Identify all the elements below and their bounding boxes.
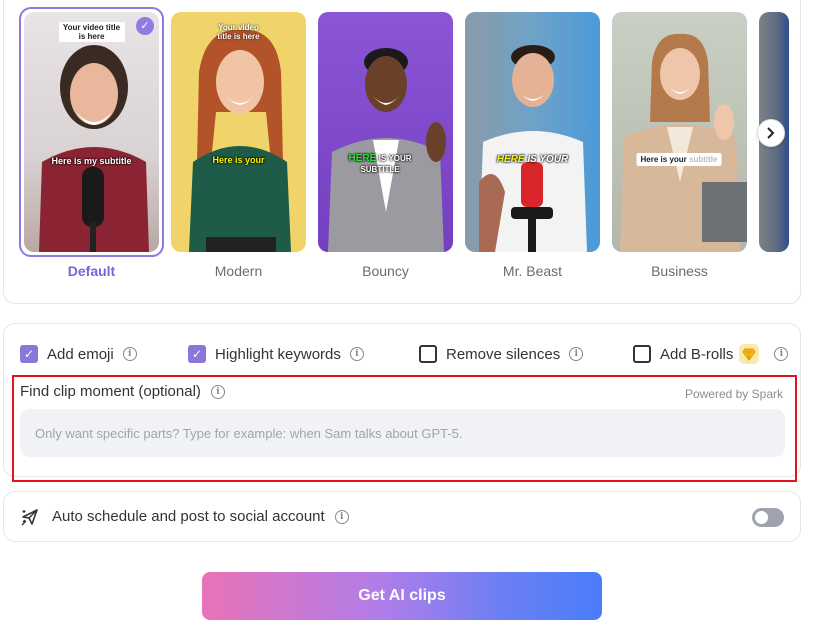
caption-keyword: HERE [496, 154, 525, 165]
find-clip-label: Find clip moment (optional) [20, 383, 201, 400]
template-name: Bouncy [362, 263, 409, 279]
presenter-image [189, 29, 291, 252]
template-name: Business [651, 263, 708, 279]
presenter-image [620, 33, 747, 252]
auto-schedule-row: Auto schedule and post to social account… [52, 508, 349, 525]
chevron-right-icon [767, 127, 775, 139]
caption-keyword: HERE [348, 153, 377, 164]
caption-word: Here is your [640, 155, 687, 164]
info-icon[interactable]: i [569, 347, 584, 361]
presenter-image [328, 48, 446, 252]
caption-box: Here is your subtitle [636, 153, 722, 166]
option-label: Highlight keywords [215, 345, 341, 363]
checkbox-checked[interactable]: ✓ [20, 345, 38, 363]
template-thumbnail: Here is your subtitle [612, 12, 747, 252]
option-add-brolls[interactable]: Add B-rolls i [633, 344, 789, 364]
option-label: Add emoji [47, 345, 114, 363]
option-label: Remove silences [446, 345, 561, 363]
template-thumb-frame: Your video title is here Here is my subt… [19, 7, 164, 257]
template-carousel: Your video title is here Here is my subt… [0, 0, 824, 290]
option-label: Add B-rolls [660, 345, 734, 363]
presenter-image [39, 45, 149, 252]
auto-schedule-label: Auto schedule and post to social account [52, 508, 325, 525]
caption-word: IS YOUR [378, 154, 412, 163]
template-mr-beast[interactable]: HERE IS YOUR Mr. Beast [465, 12, 600, 279]
caption-title: Your video title is here [58, 22, 125, 42]
template-name: Modern [214, 263, 263, 279]
template-name: Default [67, 263, 116, 279]
premium-diamond-icon [739, 344, 760, 364]
carousel-next-button[interactable] [757, 119, 785, 147]
option-remove-silences[interactable]: Remove silences i [419, 345, 584, 363]
checkbox-unchecked[interactable] [633, 345, 651, 363]
info-icon[interactable]: i [349, 347, 364, 361]
auto-schedule-toggle[interactable] [752, 508, 784, 527]
checkbox-unchecked[interactable] [419, 345, 437, 363]
caption-lines: HERE IS YOUR [497, 154, 569, 165]
template-modern[interactable]: Your video title is here Here is your Mo… [171, 12, 306, 279]
caption-subtitle: Here is your [212, 155, 265, 165]
selected-check-icon: ✓ [136, 17, 154, 35]
option-add-emoji[interactable]: ✓ Add emoji i [20, 345, 137, 363]
caption-title: Your video title is here [217, 23, 260, 41]
caption-word: IS YOUR [527, 154, 569, 165]
caption-subtitle: Here is my subtitle [51, 156, 132, 166]
presenter-image [479, 45, 587, 252]
template-thumbnail: HERE IS YOUR [465, 12, 600, 252]
caption-word: subtitle [689, 155, 718, 164]
template-business[interactable]: Here is your subtitle Business [612, 12, 747, 279]
find-clip-input[interactable] [20, 409, 785, 457]
toggle-knob [755, 511, 768, 524]
template-thumbnail: HERE IS YOUR SUBTITLE [318, 12, 453, 252]
info-icon[interactable]: i [210, 384, 225, 399]
option-highlight-keywords[interactable]: ✓ Highlight keywords i [188, 345, 364, 363]
info-icon[interactable]: i [334, 509, 349, 524]
get-ai-clips-button[interactable]: Get AI clips [202, 572, 602, 620]
template-bouncy[interactable]: HERE IS YOUR SUBTITLE Bouncy [318, 12, 453, 279]
template-default[interactable]: Your video title is here Here is my subt… [19, 7, 164, 279]
info-icon[interactable]: i [122, 347, 137, 361]
template-name: Mr. Beast [502, 263, 563, 279]
caption-word: SUBTITLE [360, 165, 400, 174]
template-thumbnail: Your video title is here Here is my subt… [24, 12, 159, 252]
info-icon[interactable]: i [774, 347, 789, 361]
caption-lines: HERE IS YOUR SUBTITLE [348, 153, 411, 175]
template-thumbnail: Your video title is here Here is your [171, 12, 306, 252]
checkbox-checked[interactable]: ✓ [188, 345, 206, 363]
send-sparkle-icon [21, 509, 38, 526]
powered-by-label: Powered by Spark [684, 387, 783, 401]
find-clip-moment-section: Find clip moment (optional) i [20, 383, 225, 400]
